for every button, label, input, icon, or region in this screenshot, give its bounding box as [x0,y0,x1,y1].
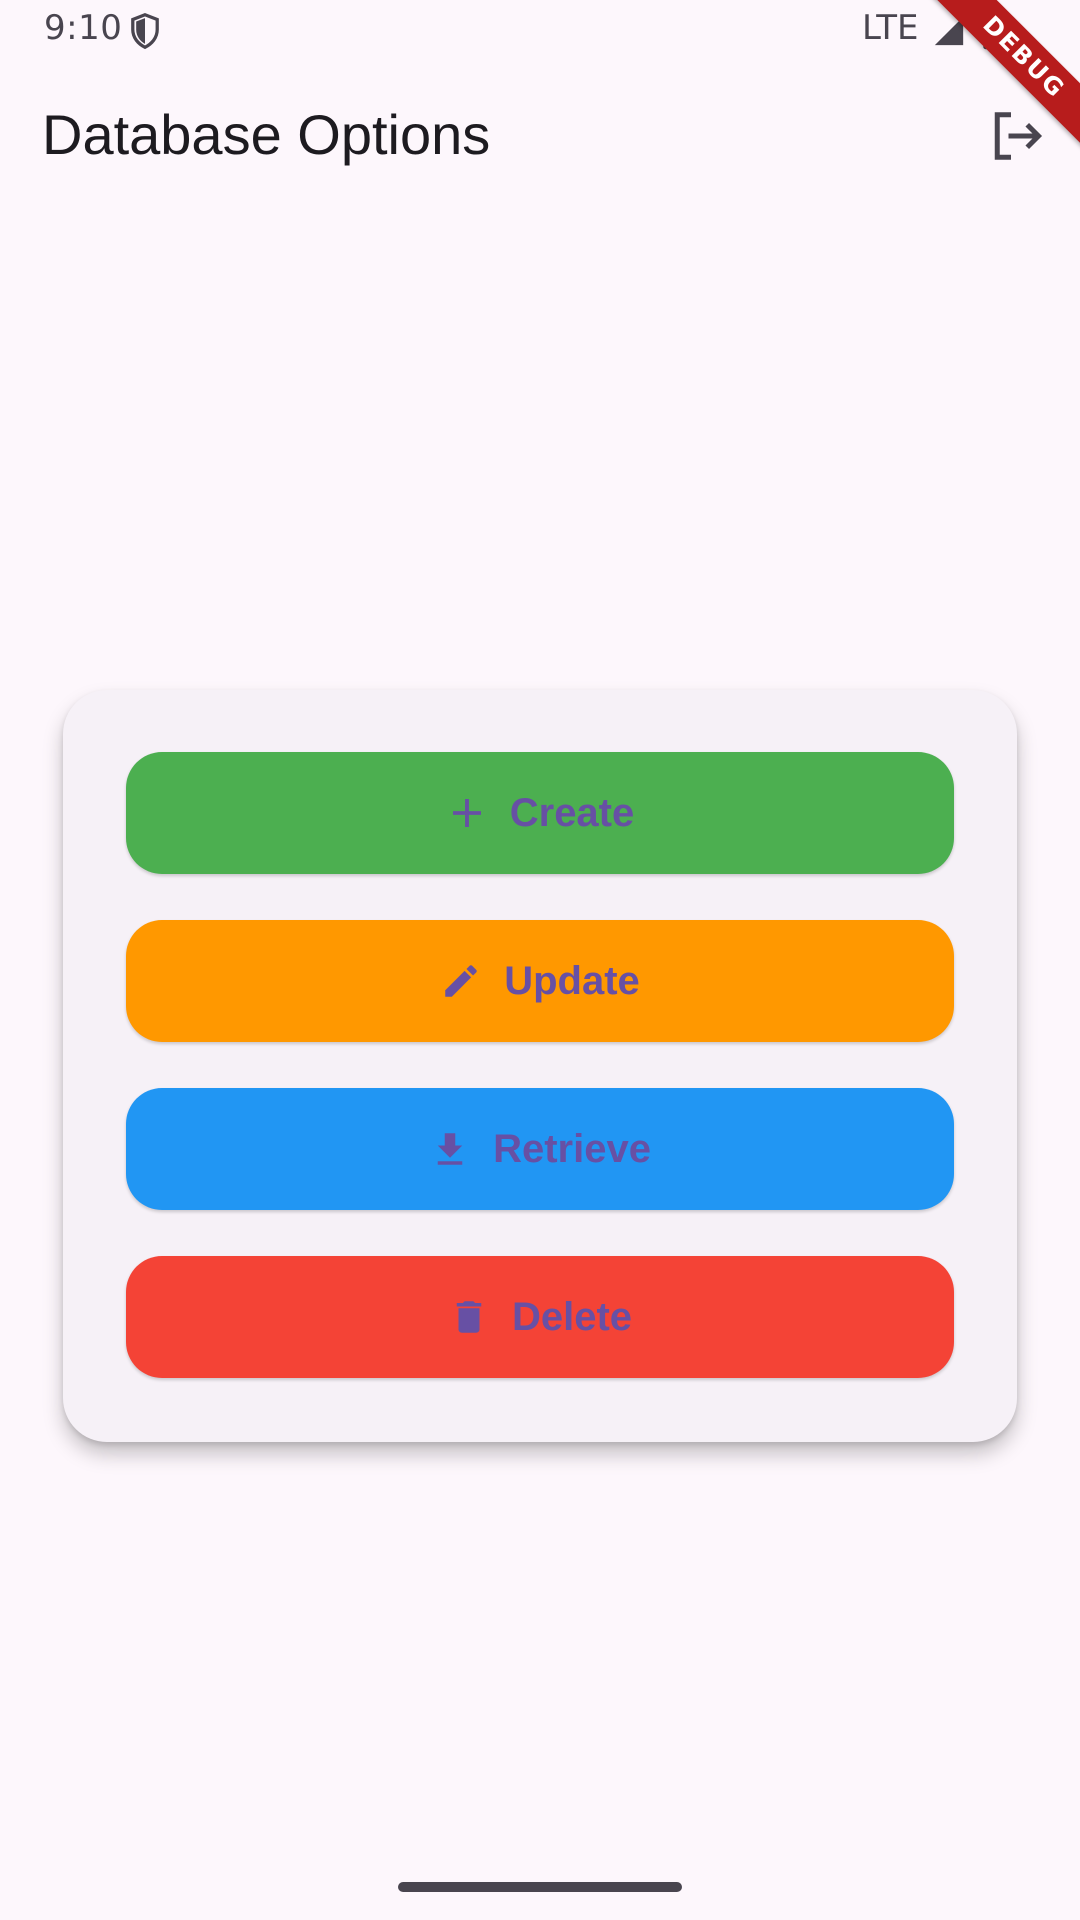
update-button-label: Update [504,958,640,1003]
delete-button-label: Delete [511,1294,633,1339]
signal-icon [934,16,964,46]
download-icon [437,1133,463,1165]
retrieve-button[interactable]: Retrieve [126,1088,954,1210]
status-bar: 9:10 LTE [0,0,1080,62]
trash-icon [456,1301,482,1333]
network-type: LTE [862,8,919,48]
logout-icon [994,112,1043,160]
logout-button[interactable] [978,98,1054,174]
status-time: 9:10 [44,8,123,48]
battery-icon [983,12,1001,50]
shield-icon [131,12,159,50]
delete-button[interactable]: Delete [126,1256,954,1378]
page-title: Database Options [42,103,491,166]
retrieve-button-label: Retrieve [493,1126,651,1171]
home-indicator[interactable] [398,1882,682,1892]
update-button[interactable]: Update [126,920,954,1042]
app-bar: Database Options [0,62,1080,208]
create-button[interactable]: Create [126,752,954,874]
options-card: Create Update Retrieve Delete [63,690,1017,1442]
create-button-label: Create [509,790,635,835]
plus-icon [452,799,481,827]
pencil-icon [445,965,477,997]
